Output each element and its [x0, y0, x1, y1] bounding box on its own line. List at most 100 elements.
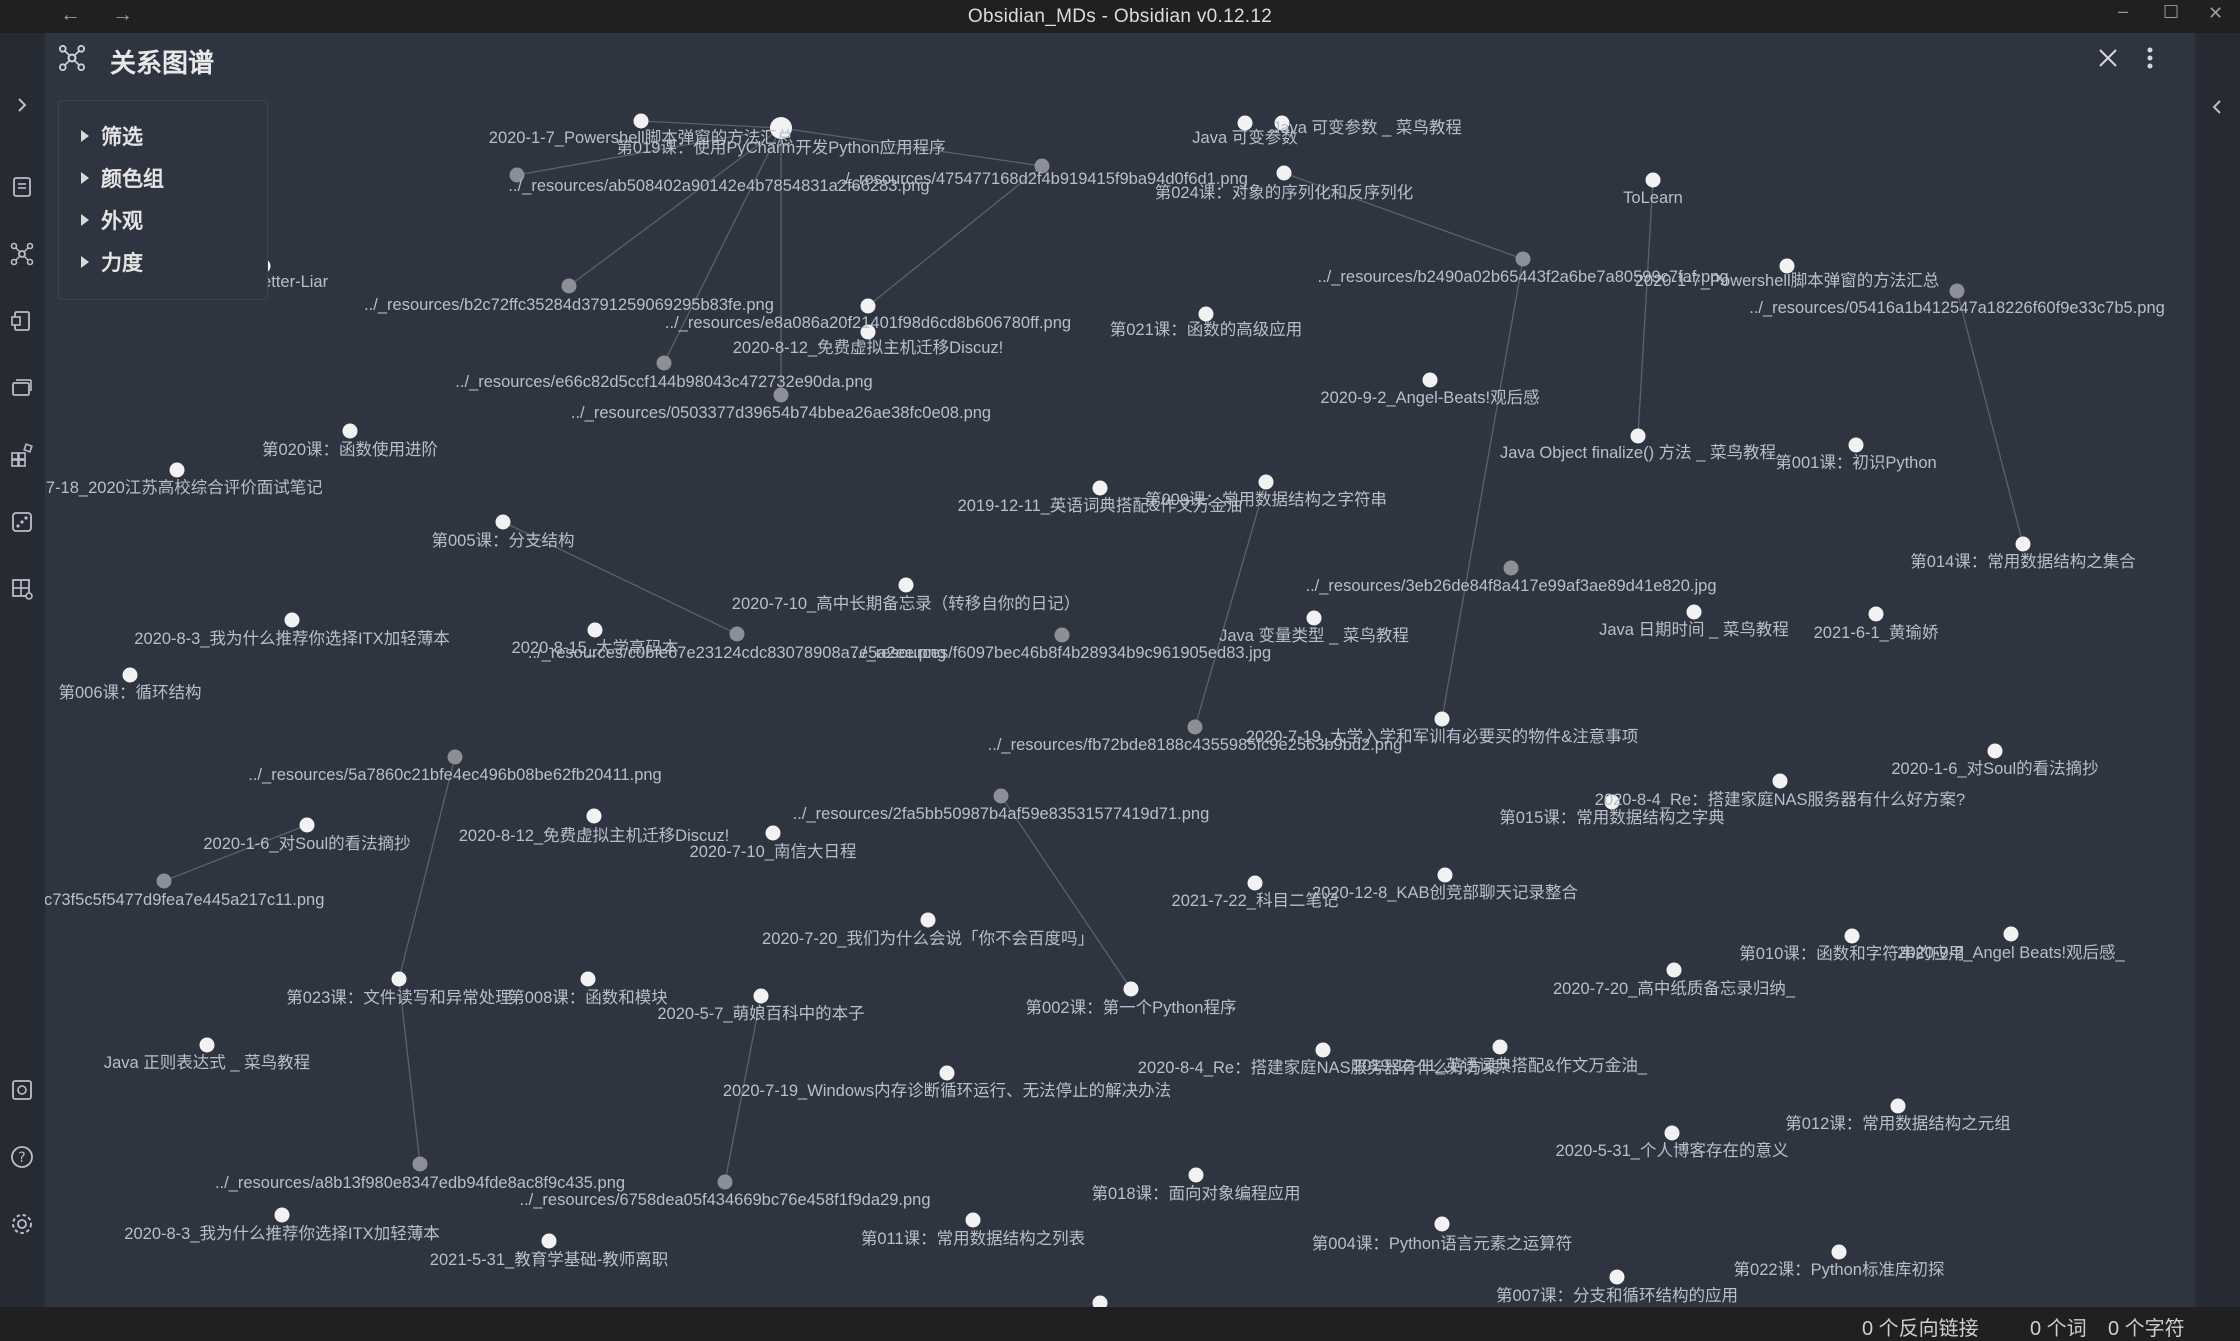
graph-node[interactable] — [1434, 711, 1450, 727]
more-options-icon[interactable] — [2145, 45, 2155, 76]
graph-node[interactable] — [274, 1207, 290, 1223]
graph-node[interactable] — [122, 667, 138, 683]
graph-node[interactable] — [1092, 1295, 1108, 1308]
graph-node[interactable] — [1772, 773, 1788, 789]
graph-node[interactable] — [1686, 604, 1702, 620]
graph-node[interactable] — [391, 971, 407, 987]
graph-node[interactable] — [920, 912, 936, 928]
graph-node[interactable] — [495, 514, 511, 530]
templates-icon[interactable] — [7, 306, 37, 336]
graph-node[interactable] — [1844, 928, 1860, 944]
graph-node[interactable] — [1831, 1244, 1847, 1260]
graph-node[interactable] — [939, 1065, 955, 1081]
graph-node[interactable] — [1987, 743, 2003, 759]
svg-text:?: ? — [18, 1150, 25, 1166]
close-pane-icon[interactable] — [2095, 45, 2121, 76]
graph-node[interactable] — [860, 298, 876, 314]
graph-node[interactable] — [1666, 962, 1682, 978]
minimize-icon[interactable]: – — [2118, 1, 2128, 22]
graph-node[interactable] — [1276, 165, 1292, 181]
graph-node-attachment[interactable] — [561, 278, 577, 294]
graph-node-attachment[interactable] — [729, 626, 745, 642]
graph-node[interactable] — [2015, 536, 2031, 552]
graph-node[interactable] — [633, 113, 649, 129]
plugins-icon[interactable] — [7, 440, 37, 470]
filters-section[interactable]: 筛选 — [81, 121, 143, 151]
graph-node[interactable] — [1609, 1269, 1625, 1285]
expand-sidebar-icon[interactable] — [7, 90, 37, 120]
graph-node-label: Java Object finalize() 方法 _ 菜鸟教程 — [1500, 443, 1776, 462]
graph-node[interactable] — [1123, 981, 1139, 997]
graph-node[interactable] — [284, 612, 300, 628]
graph-node[interactable] — [1437, 867, 1453, 883]
graph-node[interactable] — [1868, 606, 1884, 622]
graph-svg[interactable]: 2020-1-7_Powershell脚本弹窗的方法汇总 第019课：使用PyCh… — [45, 83, 2195, 1307]
graph-node[interactable] — [1092, 480, 1108, 496]
graph-node[interactable] — [2003, 926, 2019, 942]
graph-canvas[interactable]: 2020-1-7_Powershell脚本弹窗的方法汇总 第019课：使用PyCh… — [45, 83, 2195, 1307]
graph-node[interactable] — [299, 817, 315, 833]
open-vault-icon[interactable] — [7, 1075, 37, 1105]
graph-node-attachment[interactable] — [717, 1174, 733, 1190]
graph-node[interactable] — [580, 971, 596, 987]
close-window-icon[interactable]: ✕ — [2208, 3, 2223, 24]
maximize-icon[interactable]: ☐ — [2163, 2, 2179, 23]
graph-node-label: 第021课：函数的高级应用 — [1110, 320, 1303, 339]
graph-node[interactable] — [753, 988, 769, 1004]
graph-node[interactable] — [586, 808, 602, 824]
random-note-icon[interactable] — [7, 507, 37, 537]
graph-node[interactable] — [342, 423, 358, 439]
graph-node[interactable] — [1247, 875, 1263, 891]
graph-node-label: 第005课：分支结构 — [431, 531, 574, 550]
graph-node-attachment[interactable] — [1949, 283, 1965, 299]
graph-node-label: 第002课：第一个Python程序 — [1026, 998, 1237, 1017]
graph-node-attachment[interactable] — [993, 788, 1009, 804]
graph-node[interactable] — [1492, 1039, 1508, 1055]
graph-node-label: ToLearn — [1623, 189, 1683, 207]
graph-node-label: 2019-12-11_英语词典搭配&作文万金油_ — [1353, 1056, 1648, 1075]
color-groups-section[interactable]: 颜色组 — [81, 163, 164, 193]
graph-node-attachment[interactable] — [656, 355, 672, 371]
graph-node[interactable] — [1630, 428, 1646, 444]
graph-node[interactable] — [898, 577, 914, 593]
graph-node[interactable] — [1848, 437, 1864, 453]
graph-node[interactable] — [541, 1233, 557, 1249]
graph-node-attachment[interactable] — [1054, 627, 1070, 643]
graph-edge — [1000, 795, 1132, 990]
settings-gear-icon[interactable] — [7, 1209, 37, 1239]
graph-node[interactable] — [587, 622, 603, 638]
graph-view-icon[interactable] — [7, 239, 37, 269]
forces-section[interactable]: 力度 — [81, 247, 143, 277]
display-section[interactable]: 外观 — [81, 205, 143, 235]
graph-node-attachment[interactable] — [1503, 560, 1519, 576]
expand-right-sidebar-icon[interactable] — [2207, 97, 2227, 122]
graph-node-label: Java 变量类型 _ 菜鸟教程 — [1219, 626, 1409, 645]
graph-node-attachment[interactable] — [412, 1156, 428, 1172]
graph-node[interactable] — [1422, 372, 1438, 388]
graph-node[interactable] — [1315, 1042, 1331, 1058]
graph-node[interactable] — [1890, 1098, 1906, 1114]
workspaces-icon[interactable] — [7, 574, 37, 604]
help-icon[interactable]: ? — [7, 1142, 37, 1172]
graph-node[interactable] — [1306, 610, 1322, 626]
graph-node[interactable] — [1188, 1167, 1204, 1183]
graph-node[interactable] — [169, 462, 185, 478]
graph-node[interactable] — [1434, 1216, 1450, 1232]
graph-node[interactable] — [1258, 474, 1274, 490]
graph-node-attachment[interactable] — [1515, 251, 1531, 267]
graph-node-attachment[interactable] — [447, 749, 463, 765]
graph-node[interactable] — [1645, 172, 1661, 188]
graph-node-label: 2020-9-2_Angel-Beats!观后感 — [1320, 388, 1539, 407]
graph-node[interactable] — [1198, 306, 1214, 322]
graph-node-attachment[interactable] — [1187, 719, 1203, 735]
graph-node-label: 第006课：循环结构 — [58, 683, 201, 702]
graph-node-label: Java 可变参数 _ 菜鸟教程 — [1272, 118, 1462, 137]
graph-edge — [163, 824, 308, 882]
slides-icon[interactable] — [7, 373, 37, 403]
graph-node[interactable] — [199, 1037, 215, 1053]
graph-node[interactable] — [1664, 1125, 1680, 1141]
graph-node[interactable] — [765, 825, 781, 841]
graph-node[interactable] — [965, 1212, 981, 1228]
quick-switcher-icon[interactable] — [7, 172, 37, 202]
graph-node-attachment[interactable] — [156, 873, 172, 889]
